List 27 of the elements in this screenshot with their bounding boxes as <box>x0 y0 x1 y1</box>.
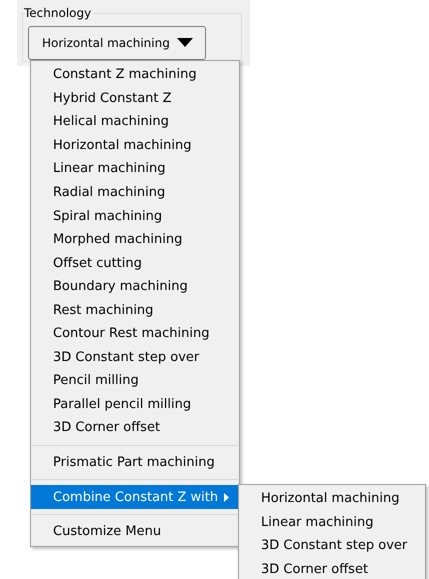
menu-item[interactable]: Constant Z machining <box>31 63 239 87</box>
menu-item[interactable]: Helical machining <box>31 110 239 134</box>
dropdown-arrow-icon <box>177 38 193 48</box>
menu-item[interactable]: Rest machining <box>31 298 239 322</box>
group-label: Technology <box>24 6 94 20</box>
menu-item[interactable]: Customize Menu <box>31 520 239 544</box>
menu-item[interactable]: Parallel pencil milling <box>31 392 239 416</box>
menu-item[interactable]: Combine Constant Z with <box>31 485 239 509</box>
menu-item[interactable]: Offset cutting <box>31 251 239 275</box>
menu-item[interactable]: 3D Constant step over <box>31 346 239 370</box>
technology-dropdown[interactable]: Horizontal machining <box>28 26 206 60</box>
menu-item[interactable]: Pencil milling <box>31 369 239 393</box>
menu-item[interactable]: Morphed machining <box>31 228 239 252</box>
menu-item[interactable]: Prismatic Part machining <box>31 450 239 474</box>
menu-item[interactable]: 3D Corner offset <box>31 416 239 440</box>
menu-item[interactable]: Linear machining <box>31 157 239 181</box>
submenu-item[interactable]: Linear machining <box>239 510 425 534</box>
menu-item[interactable]: Boundary machining <box>31 274 239 298</box>
menu-item[interactable]: Contour Rest machining <box>31 322 239 346</box>
menu-item[interactable]: Horizontal machining <box>31 134 239 158</box>
submenu-item[interactable]: Horizontal machining <box>239 487 425 511</box>
menu-item[interactable]: Spiral machining <box>31 204 239 228</box>
submenu-arrow-icon <box>224 492 230 502</box>
submenu-item[interactable]: 3D Corner offset <box>239 558 425 579</box>
menu-item[interactable]: Radial machining <box>31 180 239 204</box>
menu-item[interactable]: Hybrid Constant Z <box>31 86 239 110</box>
submenu-item[interactable]: 3D Constant step over <box>239 534 425 558</box>
